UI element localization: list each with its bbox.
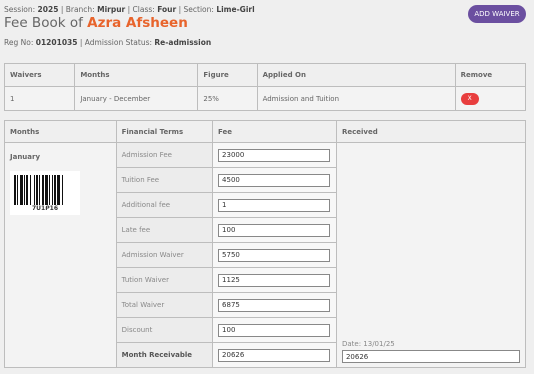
term-label: Admission Waiver	[115, 242, 214, 268]
fee-cell	[212, 342, 337, 368]
tuition-fee-input[interactable]	[218, 173, 331, 187]
table-row: 1 January - December 25% Admission and T…	[3, 86, 527, 111]
admission-fee-input[interactable]	[218, 148, 331, 162]
barcode-bar	[57, 175, 60, 205]
fee-cell	[212, 142, 337, 168]
barcode-bar	[45, 175, 48, 205]
barcode-image	[14, 175, 63, 205]
col-figure: Figure	[197, 63, 258, 87]
fee-row: January 7ᑌ1ᑭ16 Admission Fee Date: 13/01…	[4, 142, 527, 368]
col-received: Received	[335, 120, 527, 143]
received-date: Date: 13/01/25	[341, 340, 395, 348]
col-waivers: Waivers	[3, 63, 76, 87]
received-cell: Date: 13/01/25	[335, 142, 527, 368]
fee-header-row: Months Financial Terms Fee Received	[4, 120, 527, 143]
discount-input[interactable]	[218, 323, 331, 337]
term-label: Total Waiver	[115, 292, 214, 318]
barcode: 7ᑌ1ᑭ16	[10, 171, 80, 215]
barcode-bar	[34, 175, 35, 205]
admission-status: Re-admission	[154, 38, 212, 47]
barcode-bar	[26, 175, 28, 205]
fee-cell	[212, 317, 337, 343]
title-prefix: Fee Book of	[4, 15, 83, 31]
col-months: Months	[74, 63, 199, 87]
term-label: Admission Fee	[115, 142, 214, 168]
col-financial-terms: Financial Terms	[115, 120, 214, 143]
reg-number: 01201035	[35, 38, 78, 47]
registration-info: Reg No: 01201035 | Admission Status: Re-…	[4, 38, 211, 47]
term-label: Tuition Fee	[115, 167, 214, 193]
remove-cell: X	[454, 86, 527, 111]
admission-waiver-input[interactable]	[218, 248, 331, 262]
col-remove: Remove	[454, 63, 527, 87]
fee-cell	[212, 292, 337, 318]
additional-fee-input[interactable]	[218, 198, 331, 212]
barcode-bar	[17, 175, 18, 205]
section-value: Lime-Girl	[216, 5, 255, 14]
waiver-table: Waivers Months Figure Applied On Remove …	[3, 63, 527, 111]
page-title: Fee Book of Azra Afsheen	[4, 15, 188, 31]
student-name: Azra Afsheen	[87, 15, 188, 31]
term-label: Tution Waiver	[115, 267, 214, 293]
total-waiver-input[interactable]	[218, 298, 331, 312]
term-label: Late fee	[115, 217, 214, 243]
waiver-months: January - December	[74, 86, 199, 111]
remove-waiver-button[interactable]: X	[460, 92, 479, 105]
barcode-bar	[49, 175, 50, 205]
barcode-text: 7ᑌ1ᑭ16	[31, 205, 59, 212]
barcode-bar	[24, 175, 25, 205]
barcode-bar	[36, 175, 38, 205]
barcode-bar	[39, 175, 40, 205]
waiver-count: 1	[3, 86, 76, 111]
term-label: Discount	[115, 317, 214, 343]
barcode-bar	[14, 175, 16, 205]
waiver-figure: 25%	[197, 86, 258, 111]
barcode-bar	[42, 175, 44, 205]
barcode-bar	[30, 175, 31, 205]
waiver-header-row: Waivers Months Figure Applied On Remove	[3, 63, 527, 87]
term-label: Additional fee	[115, 192, 214, 218]
barcode-bar	[54, 175, 56, 205]
tuition-waiver-input[interactable]	[218, 273, 331, 287]
col-applied-on: Applied On	[256, 63, 456, 87]
reg-label: Reg No:	[4, 38, 34, 47]
term-label: Month Receivable	[115, 342, 214, 368]
fee-cell	[212, 217, 337, 243]
waiver-applied-on: Admission and Tuition	[256, 86, 456, 111]
month-cell: January 7ᑌ1ᑭ16	[4, 142, 117, 368]
barcode-bar	[62, 175, 63, 205]
fee-cell	[212, 192, 337, 218]
month-name: January	[10, 153, 41, 161]
branch-label: | Branch:	[60, 5, 95, 14]
branch-value: Mirpur	[97, 5, 126, 14]
fee-cell	[212, 242, 337, 268]
barcode-bar	[20, 175, 23, 205]
month-receivable-input[interactable]	[218, 348, 331, 362]
fee-cell	[212, 267, 337, 293]
status-label: | Admission Status:	[79, 38, 153, 47]
fee-table: Months Financial Terms Fee Received Janu…	[4, 120, 527, 368]
class-label: | Class:	[127, 5, 155, 14]
late-fee-input[interactable]	[218, 223, 331, 237]
add-waiver-button[interactable]: ADD WAIVER	[468, 5, 526, 23]
section-label: | Section:	[178, 5, 214, 14]
col-months: Months	[4, 120, 117, 143]
barcode-bar	[52, 175, 53, 205]
received-input[interactable]	[341, 350, 520, 363]
fee-cell	[212, 167, 337, 193]
session-info: Session: 2025 | Branch: Mirpur | Class: …	[4, 5, 255, 14]
class-value: Four	[157, 5, 177, 14]
session-value: 2025	[37, 5, 59, 14]
col-fee: Fee	[212, 120, 337, 143]
session-label: Session:	[4, 5, 36, 14]
